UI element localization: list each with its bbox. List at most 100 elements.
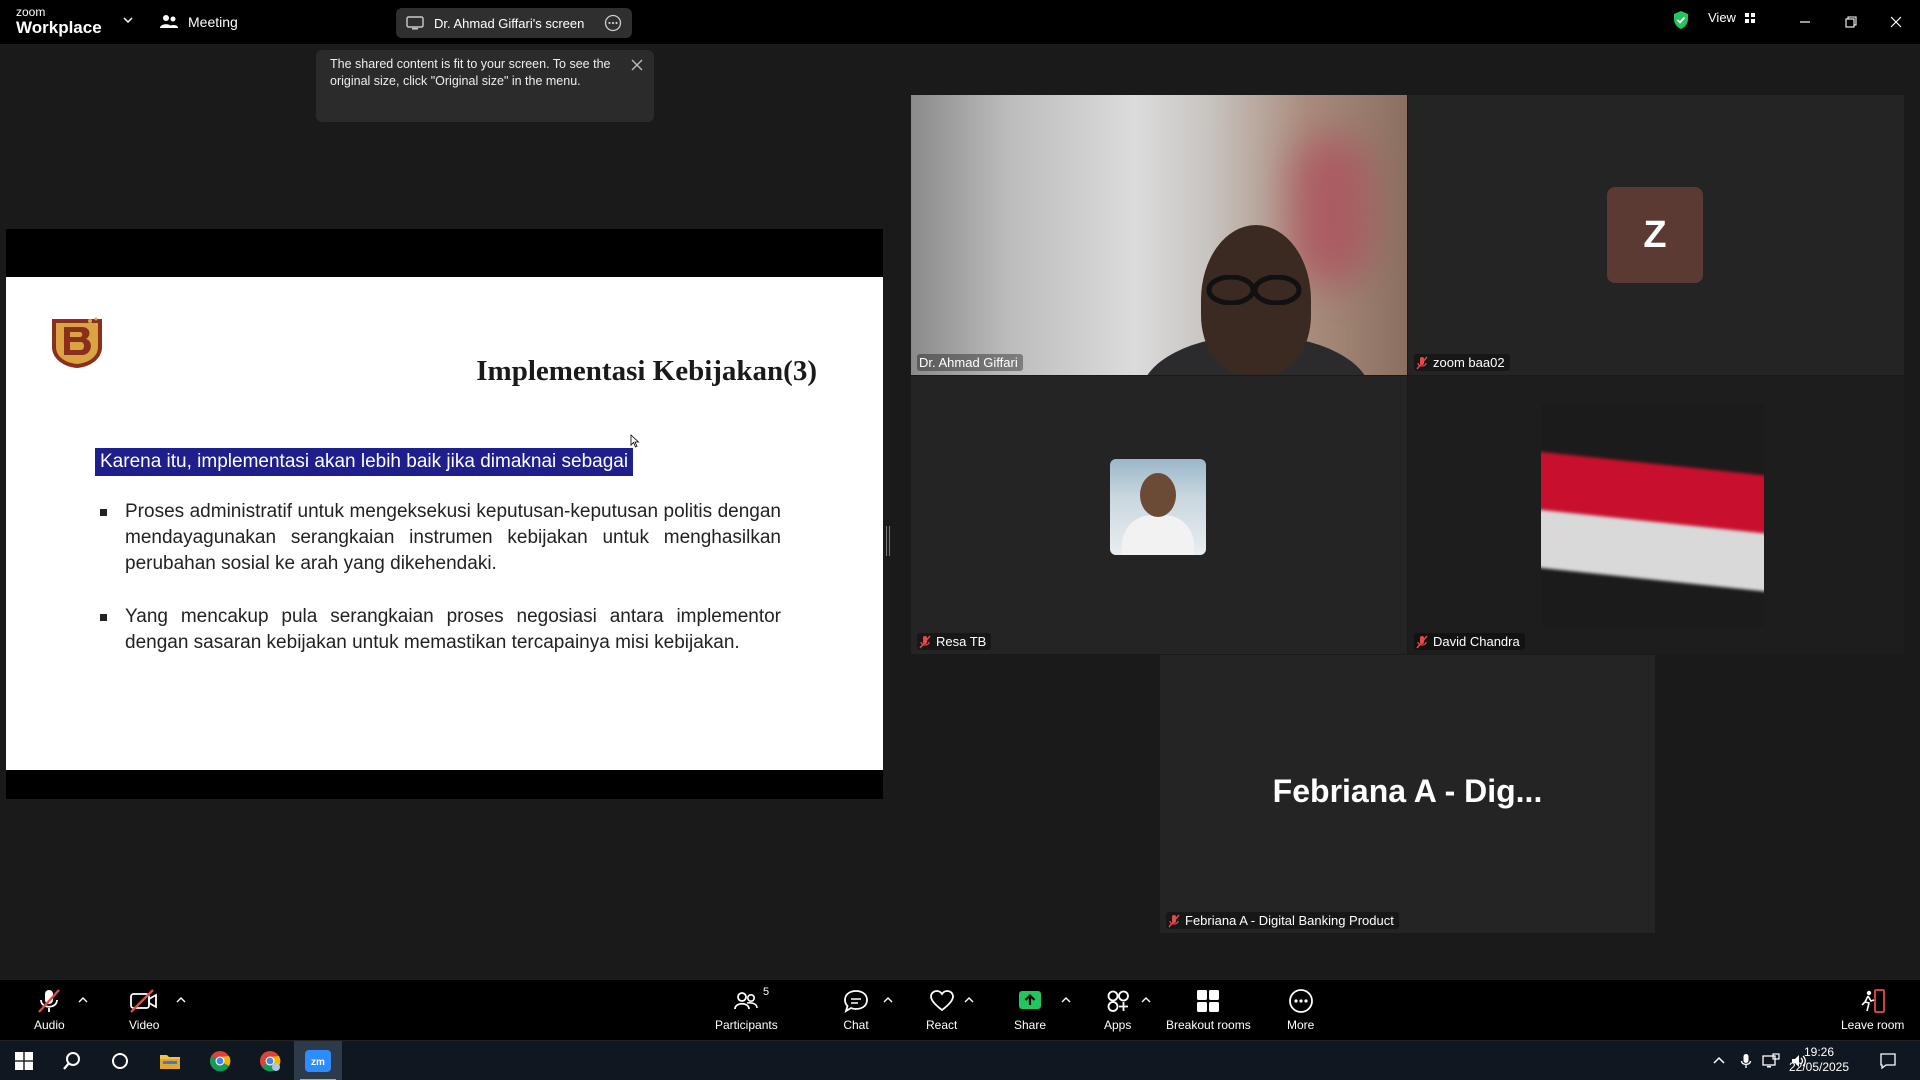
participant-name-tag: Resa TB — [917, 633, 992, 650]
view-label: View — [1708, 10, 1736, 25]
heart-react-icon — [929, 990, 954, 1012]
windows-taskbar: zm 19:26 22/05/2025 — [0, 1040, 1920, 1080]
meeting-menu-button[interactable]: Meeting — [160, 10, 238, 34]
photo-face — [1140, 473, 1176, 517]
chevron-up-icon[interactable] — [964, 996, 974, 1004]
shared-slide: Implementasi Kebijakan(3) Karena itu, im… — [6, 277, 883, 770]
mouse-cursor-icon — [630, 434, 640, 448]
more-options-icon[interactable] — [604, 14, 622, 32]
notification-center-icon[interactable] — [1879, 1052, 1897, 1070]
slide-bullets: Proses administratif untuk mengeksekusi … — [95, 499, 781, 683]
svg-text:zm: zm — [311, 1057, 325, 1068]
chevron-up-icon[interactable] — [883, 996, 893, 1004]
search-icon — [63, 1052, 80, 1070]
chrome-app[interactable] — [196, 1041, 244, 1080]
leave-room-label: Leave room — [1841, 1018, 1905, 1032]
share-button[interactable]: Share — [1014, 988, 1046, 1032]
participant-name: Dr. Ahmad Giffari — [919, 355, 1018, 370]
participants-count: 5 — [763, 986, 770, 998]
search-button[interactable] — [48, 1041, 96, 1080]
video-label: Video — [129, 1018, 160, 1032]
more-icon — [1288, 989, 1313, 1013]
close-icon — [1890, 16, 1902, 28]
folder-icon — [160, 1055, 180, 1069]
apps-icon — [1107, 990, 1129, 1012]
share-screen-icon — [1019, 991, 1042, 1009]
chevron-up-icon[interactable] — [1141, 996, 1151, 1004]
mic-muted-icon — [1416, 635, 1428, 648]
grid-view-icon — [1744, 12, 1755, 23]
chevron-down-icon[interactable] — [122, 14, 134, 26]
chrome-icon — [210, 1051, 231, 1072]
close-window-button[interactable] — [1884, 10, 1908, 34]
minimize-button[interactable] — [1793, 10, 1817, 34]
photo-shirt — [1122, 515, 1194, 555]
bullet-item: Yang mencakup pula serangkaian proses ne… — [95, 604, 781, 656]
breakout-rooms-label: Breakout rooms — [1166, 1018, 1251, 1032]
breakout-rooms-button[interactable]: Breakout rooms — [1166, 988, 1251, 1032]
more-label: More — [1287, 1018, 1315, 1032]
participant-name: Febriana A - Digital Banking Product — [1185, 913, 1394, 928]
participant-name-tag: zoom baa02 — [1414, 354, 1510, 371]
chevron-up-icon[interactable] — [78, 996, 88, 1004]
chrome-icon — [260, 1051, 281, 1072]
clock-time: 19:26 — [1803, 1045, 1835, 1059]
zoom-window: zoom Workplace Meeting Dr. Ahmad Giffari… — [0, 0, 1920, 1080]
panel-resize-handle[interactable] — [886, 526, 890, 556]
audio-button[interactable]: Audio — [34, 988, 65, 1032]
view-button[interactable]: View — [1708, 10, 1756, 25]
video-button[interactable]: Video — [129, 988, 159, 1032]
apps-button[interactable]: Apps — [1104, 988, 1131, 1032]
zoom-icon: zm — [305, 1050, 331, 1072]
participant-name-tag: Febriana A - Digital Banking Product — [1166, 912, 1399, 929]
participant-name: zoom baa02 — [1433, 355, 1505, 370]
mic-muted-icon — [1416, 356, 1428, 369]
slide-title: Implementasi Kebijakan(3) — [476, 355, 817, 387]
more-button[interactable]: More — [1287, 988, 1314, 1032]
chevron-up-icon[interactable] — [1712, 1054, 1726, 1068]
leave-room-button[interactable]: Leave room — [1841, 988, 1904, 1032]
video-tile-resa-tb[interactable]: Resa TB — [911, 376, 1407, 654]
share-label: Share — [1014, 1018, 1047, 1032]
react-button[interactable]: React — [926, 988, 957, 1032]
participant-name-tag: Dr. Ahmad Giffari — [917, 354, 1023, 371]
audio-label: Audio — [34, 1018, 65, 1032]
shared-screen-pill[interactable]: Dr. Ahmad Giffari's screen — [396, 8, 632, 38]
tooltip-text: The shared content is fit to your screen… — [330, 57, 611, 88]
video-tile-david-chandra[interactable]: David Chandra — [1408, 376, 1904, 654]
chat-label: Chat — [843, 1018, 869, 1032]
participants-icon — [734, 992, 759, 1010]
chrome-profile-app[interactable] — [246, 1041, 294, 1080]
windows-logo-icon — [15, 1052, 33, 1070]
chat-button[interactable]: Chat — [843, 988, 869, 1032]
participant-name: Resa TB — [936, 634, 987, 649]
meeting-people-icon — [160, 15, 178, 28]
mic-muted-icon — [919, 635, 931, 648]
participants-button[interactable]: Participants 5 — [715, 986, 778, 1032]
file-explorer-app[interactable] — [146, 1041, 194, 1080]
chevron-up-icon[interactable] — [1061, 996, 1071, 1004]
glasses-shape — [1206, 275, 1302, 305]
cortana-circle-icon — [112, 1053, 128, 1069]
video-tile-febriana[interactable]: Febriana A - Dig... Febriana A - Digital… — [1160, 655, 1655, 933]
zoom-workplace-logo[interactable]: zoom Workplace — [16, 6, 102, 36]
video-off-icon — [130, 989, 158, 1013]
apps-label: Apps — [1104, 1018, 1132, 1032]
start-button[interactable] — [0, 1041, 48, 1080]
network-icon[interactable] — [1762, 1053, 1780, 1069]
video-tile-zoom-baa02[interactable]: Z zoom baa02 — [1408, 95, 1904, 375]
highlighted-text: Karena itu, implementasi akan lebih baik… — [95, 448, 634, 476]
task-view-button[interactable] — [96, 1041, 144, 1080]
close-tooltip-icon[interactable] — [630, 58, 644, 72]
minimize-icon — [1800, 21, 1810, 23]
microphone-icon[interactable] — [1740, 1053, 1752, 1069]
restore-button[interactable] — [1839, 10, 1863, 34]
chevron-up-icon[interactable] — [176, 996, 186, 1004]
participant-display-name: Febriana A - Dig... — [1272, 773, 1543, 809]
zoom-app[interactable]: zm — [294, 1041, 342, 1080]
participants-label: Participants — [715, 1018, 778, 1032]
encryption-shield-icon[interactable] — [1672, 10, 1690, 30]
video-tile-ahmad-giffari[interactable]: Dr. Ahmad Giffari — [911, 95, 1407, 375]
mic-muted-icon — [38, 989, 61, 1013]
taskbar-clock[interactable]: 19:26 22/05/2025 — [1786, 1045, 1852, 1075]
